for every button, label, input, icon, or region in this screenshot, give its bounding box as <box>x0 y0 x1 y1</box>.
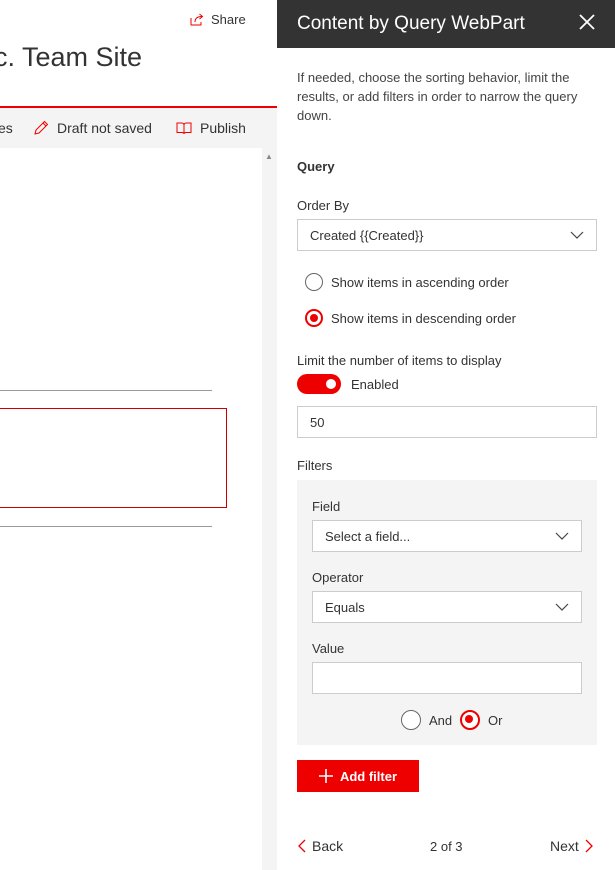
toggle-knob <box>326 379 336 389</box>
property-pane-header: Content by Query WebPart <box>277 0 615 48</box>
pane-description: If needed, choose the sorting behavior, … <box>297 70 578 123</box>
order-by-dropdown[interactable]: Created {{Created}} <box>297 219 597 251</box>
book-icon <box>176 122 192 134</box>
next-button[interactable]: Next <box>550 838 594 854</box>
radio-button-checked[interactable] <box>305 309 323 327</box>
filter-or-option[interactable]: Or <box>460 710 502 730</box>
share-button[interactable]: Share <box>190 12 246 27</box>
back-button[interactable]: Back <box>297 838 343 854</box>
publish-button[interactable]: Publish <box>176 120 246 136</box>
chevron-down-icon <box>570 231 584 239</box>
sort-ascending-option[interactable]: Show items in ascending order <box>305 273 509 291</box>
chevron-down-icon <box>555 603 569 611</box>
chevron-down-icon <box>555 532 569 540</box>
selected-webpart-frame[interactable] <box>0 408 227 508</box>
filter-operator-value: Equals <box>325 599 365 615</box>
filter-field-value: Select a field... <box>325 528 411 544</box>
filters-heading: Filters <box>297 458 333 473</box>
query-heading: Query <box>297 159 335 174</box>
sort-ascending-label: Show items in ascending order <box>331 274 509 290</box>
radio-button[interactable] <box>401 710 421 730</box>
draft-label: Draft not saved <box>57 120 152 136</box>
sort-descending-label: Show items in descending order <box>331 310 516 326</box>
filter-field-label: Field <box>312 499 341 514</box>
radio-button[interactable] <box>305 273 323 291</box>
pencil-icon <box>34 120 49 135</box>
draft-status: Draft not saved <box>33 120 152 136</box>
cmd-partial-item[interactable]: es <box>0 120 13 136</box>
radio-button-checked[interactable] <box>460 710 480 730</box>
add-filter-button[interactable]: Add filter <box>297 760 419 792</box>
filter-field-dropdown[interactable]: Select a field... <box>312 520 582 552</box>
filter-or-label: Or <box>488 712 503 728</box>
limit-label: Limit the number of items to display <box>297 353 502 368</box>
order-by-value: Created {{Created}} <box>310 227 424 243</box>
next-label: Next <box>550 838 579 854</box>
add-filter-label: Add filter <box>339 768 398 784</box>
command-bar: es Draft not saved Publish <box>0 108 277 148</box>
limit-toggle-label: Enabled <box>351 377 399 392</box>
filter-operator-label: Operator <box>312 570 364 585</box>
close-icon[interactable] <box>577 12 597 32</box>
back-label: Back <box>312 838 344 854</box>
order-by-label: Order By <box>297 198 350 213</box>
filter-value-label: Value <box>312 641 345 656</box>
filter-editor: Field Select a field... Operator Equals … <box>297 480 597 745</box>
property-pane: Content by Query WebPart If needed, choo… <box>277 0 615 870</box>
canvas-scrollbar[interactable] <box>262 148 277 870</box>
publish-label: Publish <box>200 120 246 136</box>
share-label: Share <box>211 12 246 27</box>
chevron-right-icon <box>585 839 593 853</box>
sort-descending-option[interactable]: Show items in descending order <box>305 309 516 327</box>
page-canvas: Share c. Team Site es Draft not saved Pu… <box>0 0 277 870</box>
scroll-up-arrow-icon[interactable]: ▲ <box>265 152 273 161</box>
plus-icon <box>318 769 333 783</box>
filter-value-input[interactable] <box>312 662 582 694</box>
section-divider-bottom <box>0 526 212 527</box>
section-divider-top <box>0 390 212 391</box>
site-title: c. Team Site <box>0 42 143 72</box>
limit-count-input[interactable]: 50 <box>297 406 597 438</box>
share-icon <box>190 13 204 26</box>
chevron-left-icon <box>298 839 306 853</box>
property-pane-title: Content by Query WebPart <box>297 13 525 34</box>
filter-and-label: And <box>429 712 453 728</box>
filter-and-option[interactable]: And <box>401 710 452 730</box>
filter-operator-dropdown[interactable]: Equals <box>312 591 582 623</box>
page-indicator: 2 of 3 <box>430 839 463 854</box>
limit-toggle[interactable] <box>297 374 341 394</box>
